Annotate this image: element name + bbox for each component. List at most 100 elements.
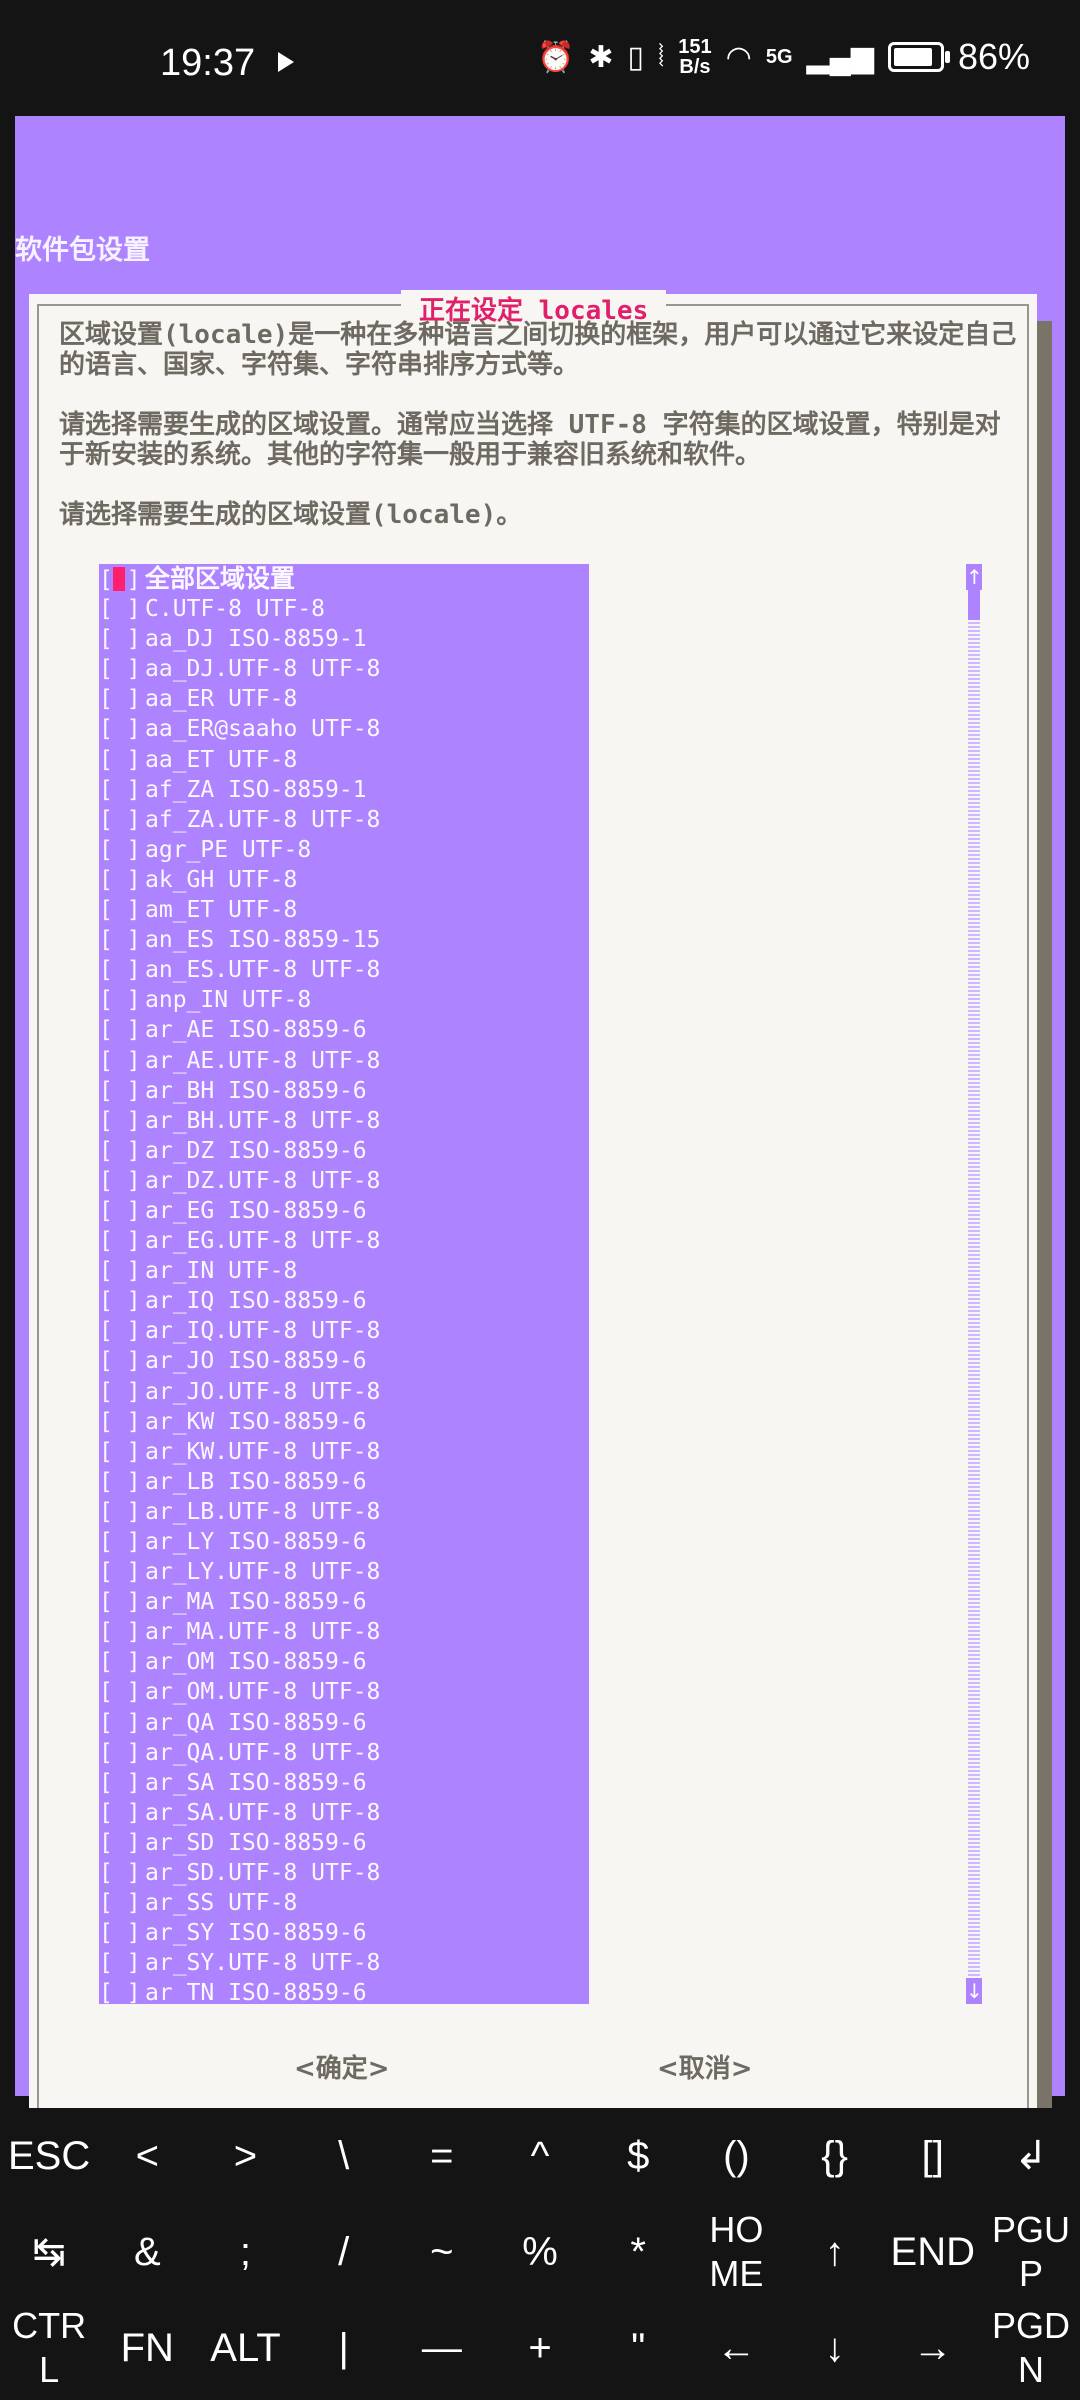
locale-checkbox[interactable]: [ ]: [99, 1978, 145, 2004]
locale-checkbox[interactable]: [ ]: [99, 1858, 145, 1888]
locale-list-item[interactable]: [ ] af_ZA ISO-8859-1: [99, 775, 589, 805]
extra-key[interactable]: PGU P: [982, 2204, 1080, 2300]
locale-checkbox[interactable]: [ ]: [99, 955, 145, 985]
locale-checkbox[interactable]: [ ]: [99, 1888, 145, 1918]
locale-list-item[interactable]: [ ] aa_ET UTF-8: [99, 745, 589, 775]
locale-checkbox[interactable]: [ ]: [99, 1948, 145, 1978]
locale-list-item[interactable]: [ ] ar_SD.UTF-8 UTF-8: [99, 1858, 589, 1888]
extra-key[interactable]: (): [687, 2108, 785, 2204]
locale-list-item[interactable]: [ ] ar_JO.UTF-8 UTF-8: [99, 1377, 589, 1407]
locale-list-item[interactable]: [ ] anp_IN UTF-8: [99, 985, 589, 1015]
locale-list-item[interactable]: [ ] ar_IN UTF-8: [99, 1256, 589, 1286]
locale-list-item[interactable]: [ ] am_ET UTF-8: [99, 895, 589, 925]
locale-list-item[interactable]: [ ] ar_AE.UTF-8 UTF-8: [99, 1046, 589, 1076]
locale-checkbox[interactable]: [ ]: [99, 1226, 145, 1256]
locale-checkbox[interactable]: [ ]: [99, 1346, 145, 1376]
extra-key[interactable]: *: [589, 2204, 687, 2300]
locale-list-item[interactable]: [ ] aa_ER@saaho UTF-8: [99, 714, 589, 744]
locale-checkbox[interactable]: [ ]: [99, 1076, 145, 1106]
extra-key[interactable]: |: [295, 2300, 393, 2396]
locale-checkbox[interactable]: [ ]: [99, 1918, 145, 1948]
locale-checkbox[interactable]: [ ]: [99, 1407, 145, 1437]
extra-key[interactable]: >: [196, 2108, 294, 2204]
locale-list-item[interactable]: [ ] ar_LB.UTF-8 UTF-8: [99, 1497, 589, 1527]
locale-checkbox[interactable]: [ ]: [99, 1708, 145, 1738]
extra-key[interactable]: =: [393, 2108, 491, 2204]
extra-key[interactable]: +: [491, 2300, 589, 2396]
locale-checkbox[interactable]: [ ]: [99, 1768, 145, 1798]
extra-key[interactable]: ALT: [196, 2300, 294, 2396]
locale-list-item[interactable]: [ ] ar_OM.UTF-8 UTF-8: [99, 1677, 589, 1707]
extra-key[interactable]: <: [98, 2108, 196, 2204]
scroll-thumb[interactable]: [968, 590, 980, 620]
locale-checkbox[interactable]: [ ]: [99, 1798, 145, 1828]
locale-list-item[interactable]: [ ] ak_GH UTF-8: [99, 865, 589, 895]
locale-list-item[interactable]: [ ] ar_SY.UTF-8 UTF-8: [99, 1948, 589, 1978]
locale-checkbox[interactable]: [ ]: [99, 1828, 145, 1858]
extra-key[interactable]: \: [295, 2108, 393, 2204]
extra-key[interactable]: END: [884, 2204, 982, 2300]
locale-list-item[interactable]: [ ] ar_AE ISO-8859-6: [99, 1015, 589, 1045]
locale-checkbox[interactable]: [ ]: [99, 1015, 145, 1045]
locale-list-item[interactable]: [ ] ar_EG ISO-8859-6: [99, 1196, 589, 1226]
locale-checkbox[interactable]: [ ]: [99, 1166, 145, 1196]
locale-list-item[interactable]: [ ] ar_SA ISO-8859-6: [99, 1768, 589, 1798]
locale-checkbox[interactable]: [ ]: [99, 745, 145, 775]
extra-key[interactable]: ↑: [786, 2204, 884, 2300]
extra-key[interactable]: ↓: [786, 2300, 884, 2396]
extra-key[interactable]: &: [98, 2204, 196, 2300]
locale-checkbox[interactable]: [ ]: [99, 895, 145, 925]
extra-key[interactable]: PGD N: [982, 2300, 1080, 2396]
extra-key[interactable]: ": [589, 2300, 687, 2396]
locale-list-item[interactable]: [ ] ar_LY.UTF-8 UTF-8: [99, 1557, 589, 1587]
locale-list-item[interactable]: [ ] ar_BH ISO-8859-6: [99, 1076, 589, 1106]
locale-list-item[interactable]: [ ] ar_BH.UTF-8 UTF-8: [99, 1106, 589, 1136]
extra-key[interactable]: →: [884, 2300, 982, 2396]
extra-key[interactable]: {}: [786, 2108, 884, 2204]
locale-list-item[interactable]: [ ] C.UTF-8 UTF-8: [99, 594, 589, 624]
scroll-up-arrow-icon[interactable]: ↑: [966, 564, 983, 590]
locale-list-item[interactable]: [ ] ar_DZ.UTF-8 UTF-8: [99, 1166, 589, 1196]
locale-list-item[interactable]: [ ] ar_KW.UTF-8 UTF-8: [99, 1437, 589, 1467]
locale-checkbox[interactable]: [ ]: [99, 1046, 145, 1076]
locale-list-item[interactable]: [ ] ar_KW ISO-8859-6: [99, 1407, 589, 1437]
locale-list-item[interactable]: [ ] ar_MA ISO-8859-6: [99, 1587, 589, 1617]
locale-list-item[interactable]: [ ] agr_PE UTF-8: [99, 835, 589, 865]
locale-list-item[interactable]: [ ] ar_TN ISO-8859-6: [99, 1978, 589, 2004]
locale-checkbox[interactable]: [ ]: [99, 805, 145, 835]
locale-list-item[interactable]: [ ] an_ES.UTF-8 UTF-8: [99, 955, 589, 985]
extra-key[interactable]: %: [491, 2204, 589, 2300]
locale-checkbox[interactable]: [ ]: [99, 1497, 145, 1527]
locale-checkbox[interactable]: [ ]: [99, 654, 145, 684]
extra-key[interactable]: /: [295, 2204, 393, 2300]
locale-list-item[interactable]: [ ] ar_SA.UTF-8 UTF-8: [99, 1798, 589, 1828]
extra-key[interactable]: —: [393, 2300, 491, 2396]
locale-checkbox[interactable]: [ ]: [99, 835, 145, 865]
locale-list-item[interactable]: [ ] ar_SY ISO-8859-6: [99, 1918, 589, 1948]
locale-checkbox[interactable]: [ ]: [99, 1587, 145, 1617]
extra-key[interactable]: ←: [687, 2300, 785, 2396]
locale-list-item[interactable]: [ ] ar_QA ISO-8859-6: [99, 1708, 589, 1738]
locale-checkbox[interactable]: [ ]: [99, 624, 145, 654]
locale-checkbox[interactable]: [ ]: [99, 1677, 145, 1707]
locale-checkbox[interactable]: [ ]: [99, 985, 145, 1015]
locale-list-item[interactable]: [ ] ar_DZ ISO-8859-6: [99, 1136, 589, 1166]
extra-key[interactable]: ~: [393, 2204, 491, 2300]
locale-checkbox[interactable]: [ ]: [99, 1467, 145, 1497]
locale-list-item[interactable]: [ ] ar_IQ ISO-8859-6: [99, 1286, 589, 1316]
locale-list-item[interactable]: [ ] ar_EG.UTF-8 UTF-8: [99, 1226, 589, 1256]
extra-key[interactable]: HO ME: [687, 2204, 785, 2300]
locale-list-item[interactable]: [ ] ar_LB ISO-8859-6: [99, 1467, 589, 1497]
locale-checkbox[interactable]: [ ]: [99, 594, 145, 624]
locale-checkbox[interactable]: [ ]: [99, 714, 145, 744]
locale-list-item[interactable]: [ ] aa_ER UTF-8: [99, 684, 589, 714]
locale-checkbox[interactable]: [ ]: [99, 1437, 145, 1467]
locale-checkbox[interactable]: [ ]: [99, 925, 145, 955]
locale-checkbox[interactable]: [ ]: [99, 1136, 145, 1166]
locale-list-item[interactable]: [ ] af_ZA.UTF-8 UTF-8: [99, 805, 589, 835]
extra-key[interactable]: []: [884, 2108, 982, 2204]
ok-button[interactable]: <确定>: [294, 2048, 390, 2085]
extra-key[interactable]: ;: [196, 2204, 294, 2300]
locale-checkbox[interactable]: [ ]: [99, 1617, 145, 1647]
locale-checkbox[interactable]: [ ]: [99, 775, 145, 805]
